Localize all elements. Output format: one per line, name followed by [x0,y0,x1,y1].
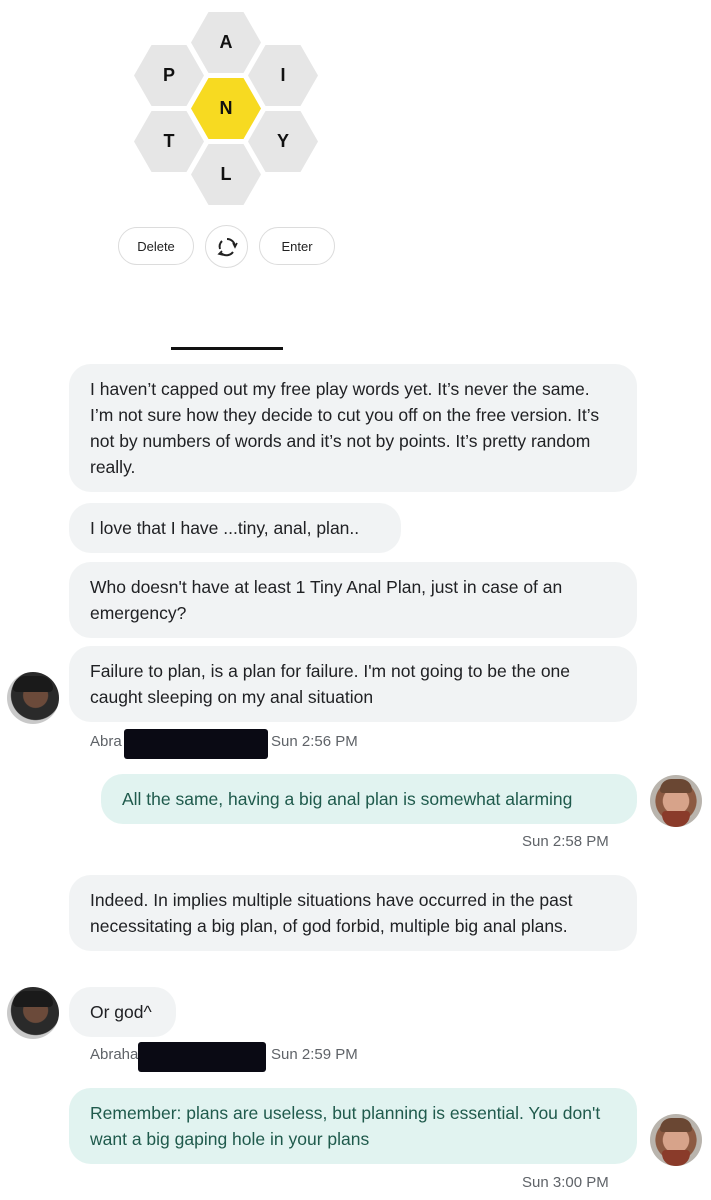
message-incoming[interactable]: Or god^ [69,987,176,1037]
message-incoming[interactable]: Who doesn't have at least 1 Tiny Anal Pl… [69,562,637,638]
sender-name: Abraha [90,1046,139,1063]
sender-name: Abra [90,733,122,750]
redaction-bar [138,1042,266,1072]
spelling-bee-hive: A P I N T Y L [0,0,360,205]
hex-letter-y[interactable]: Y [248,111,318,172]
message-timestamp: Sun 2:58 PM [522,833,609,850]
hex-letter-t[interactable]: T [134,111,204,172]
delete-button[interactable]: Delete [118,227,194,265]
hex-letter-l[interactable]: L [191,144,261,205]
message-outgoing[interactable]: Remember: plans are useless, but plannin… [69,1088,637,1164]
enter-button[interactable]: Enter [259,227,335,265]
message-timestamp: Sun 3:00 PM [522,1174,609,1191]
message-incoming[interactable]: I haven’t capped out my free play words … [69,364,637,492]
user-avatar[interactable] [650,775,702,827]
message-timestamp: Sun 2:56 PM [271,733,358,750]
section-divider [171,347,283,350]
user-avatar[interactable] [650,1114,702,1166]
message-timestamp: Sun 2:59 PM [271,1046,358,1063]
contact-avatar[interactable] [7,987,59,1039]
message-outgoing[interactable]: All the same, having a big anal plan is … [101,774,637,824]
redaction-bar [124,729,268,759]
message-incoming[interactable]: Indeed. In implies multiple situations h… [69,875,637,951]
hex-center-letter-n[interactable]: N [191,78,261,139]
hex-letter-p[interactable]: P [134,45,204,106]
contact-avatar[interactable] [7,672,59,724]
hex-letter-a[interactable]: A [191,12,261,73]
message-incoming[interactable]: I love that I have ...tiny, anal, plan.. [69,503,401,553]
refresh-icon [216,237,238,256]
hex-letter-i[interactable]: I [248,45,318,106]
shuffle-button[interactable] [205,225,248,268]
message-incoming[interactable]: Failure to plan, is a plan for failure. … [69,646,637,722]
